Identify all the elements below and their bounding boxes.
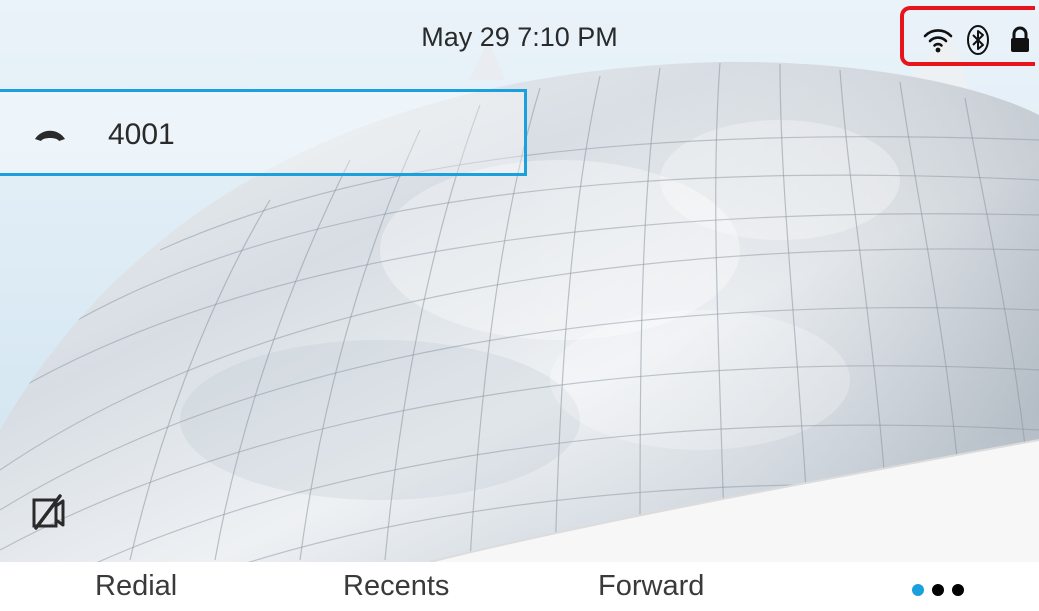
video-mute-icon[interactable]	[30, 492, 66, 532]
line-key-4001[interactable]: 4001	[0, 89, 527, 176]
status-icons-group	[900, 6, 1035, 66]
wallpaper	[0, 0, 1039, 562]
softkey-bar: Redial Recents Forward	[0, 562, 1039, 611]
phone-screen: May 29 7:10 PM 4001 Redial Recents Forwa…	[0, 0, 1039, 611]
wallpaper-image	[0, 0, 1039, 562]
phone-icon	[35, 130, 65, 141]
forward-button[interactable]: Forward	[598, 570, 704, 603]
recents-button[interactable]: Recents	[343, 570, 449, 603]
redial-button[interactable]: Redial	[95, 570, 177, 603]
more-dot	[932, 584, 944, 596]
lock-icon	[1011, 26, 1029, 52]
more-dot	[952, 584, 964, 596]
more-dots-icon[interactable]	[912, 584, 972, 604]
bluetooth-icon	[967, 25, 989, 55]
line-key-label: 4001	[108, 118, 175, 151]
more-dot-active	[912, 584, 924, 596]
wifi-icon	[923, 29, 953, 53]
status-datetime: May 29 7:10 PM	[421, 22, 618, 52]
